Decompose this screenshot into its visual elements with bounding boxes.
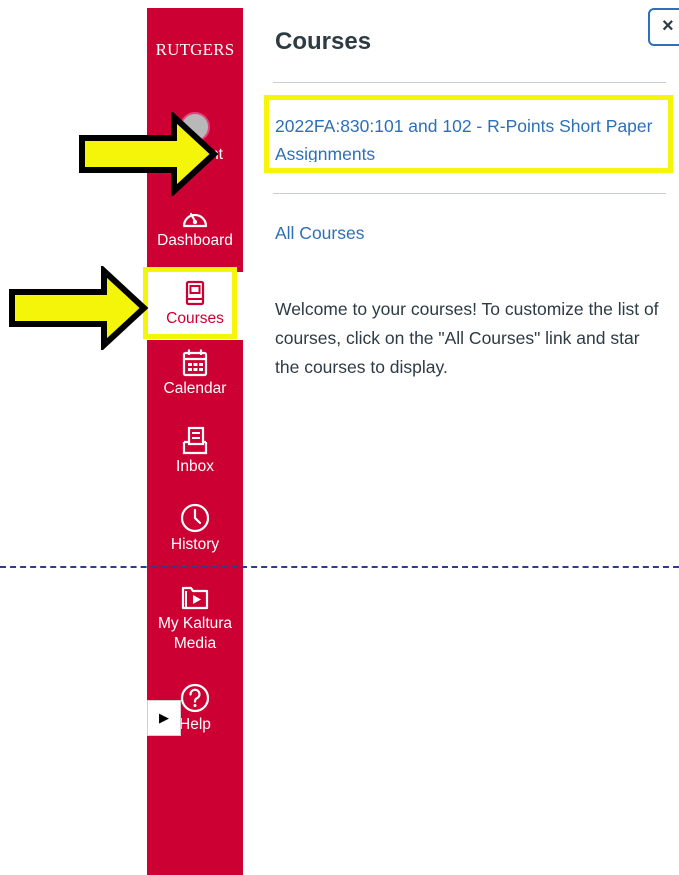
divider <box>273 82 666 83</box>
nav-item-courses[interactable]: Courses <box>147 272 243 340</box>
nav-item-label: Help <box>179 716 211 733</box>
dashed-line <box>0 566 679 568</box>
history-icon <box>180 503 210 533</box>
help-icon <box>180 683 210 713</box>
inbox-icon <box>182 426 208 455</box>
nav-item-label: History <box>170 536 220 553</box>
nav-item-history[interactable]: History <box>147 502 243 554</box>
kaltura-media-icon <box>181 586 209 610</box>
calendar-icon <box>182 349 208 377</box>
course-link[interactable]: 2022FA:830:101 and 102 - R-Points Short … <box>275 112 655 162</box>
tray-title: Courses <box>275 28 372 55</box>
nav-item-dashboard[interactable]: Dashboard <box>147 204 243 250</box>
nav-item-label: Dashboard <box>157 232 233 249</box>
divider <box>273 193 666 194</box>
nav-item-inbox[interactable]: Inbox <box>147 426 243 476</box>
nav-item-calendar[interactable]: Calendar <box>147 348 243 398</box>
nav-item-label: Calendar <box>163 380 227 397</box>
pointer-arrow-icon <box>9 266 149 350</box>
nav-item-label: Courses <box>166 310 224 327</box>
all-courses-link[interactable]: All Courses <box>275 223 364 244</box>
nav-item-label: Inbox <box>176 458 214 475</box>
close-tray-button[interactable]: × <box>648 8 679 46</box>
play-button[interactable]: ▶ <box>147 700 181 736</box>
dashboard-icon <box>182 212 208 228</box>
nav-item-my-kaltura-media[interactable]: My Kaltura Media <box>147 582 243 654</box>
nav-item-label: My Kaltura Media <box>157 615 233 652</box>
pointer-arrow-icon <box>79 112 219 196</box>
courses-icon <box>185 280 205 306</box>
rutgers-logo[interactable]: RUTGERS <box>147 40 243 60</box>
welcome-text: Welcome to your courses! To customize th… <box>275 299 659 377</box>
